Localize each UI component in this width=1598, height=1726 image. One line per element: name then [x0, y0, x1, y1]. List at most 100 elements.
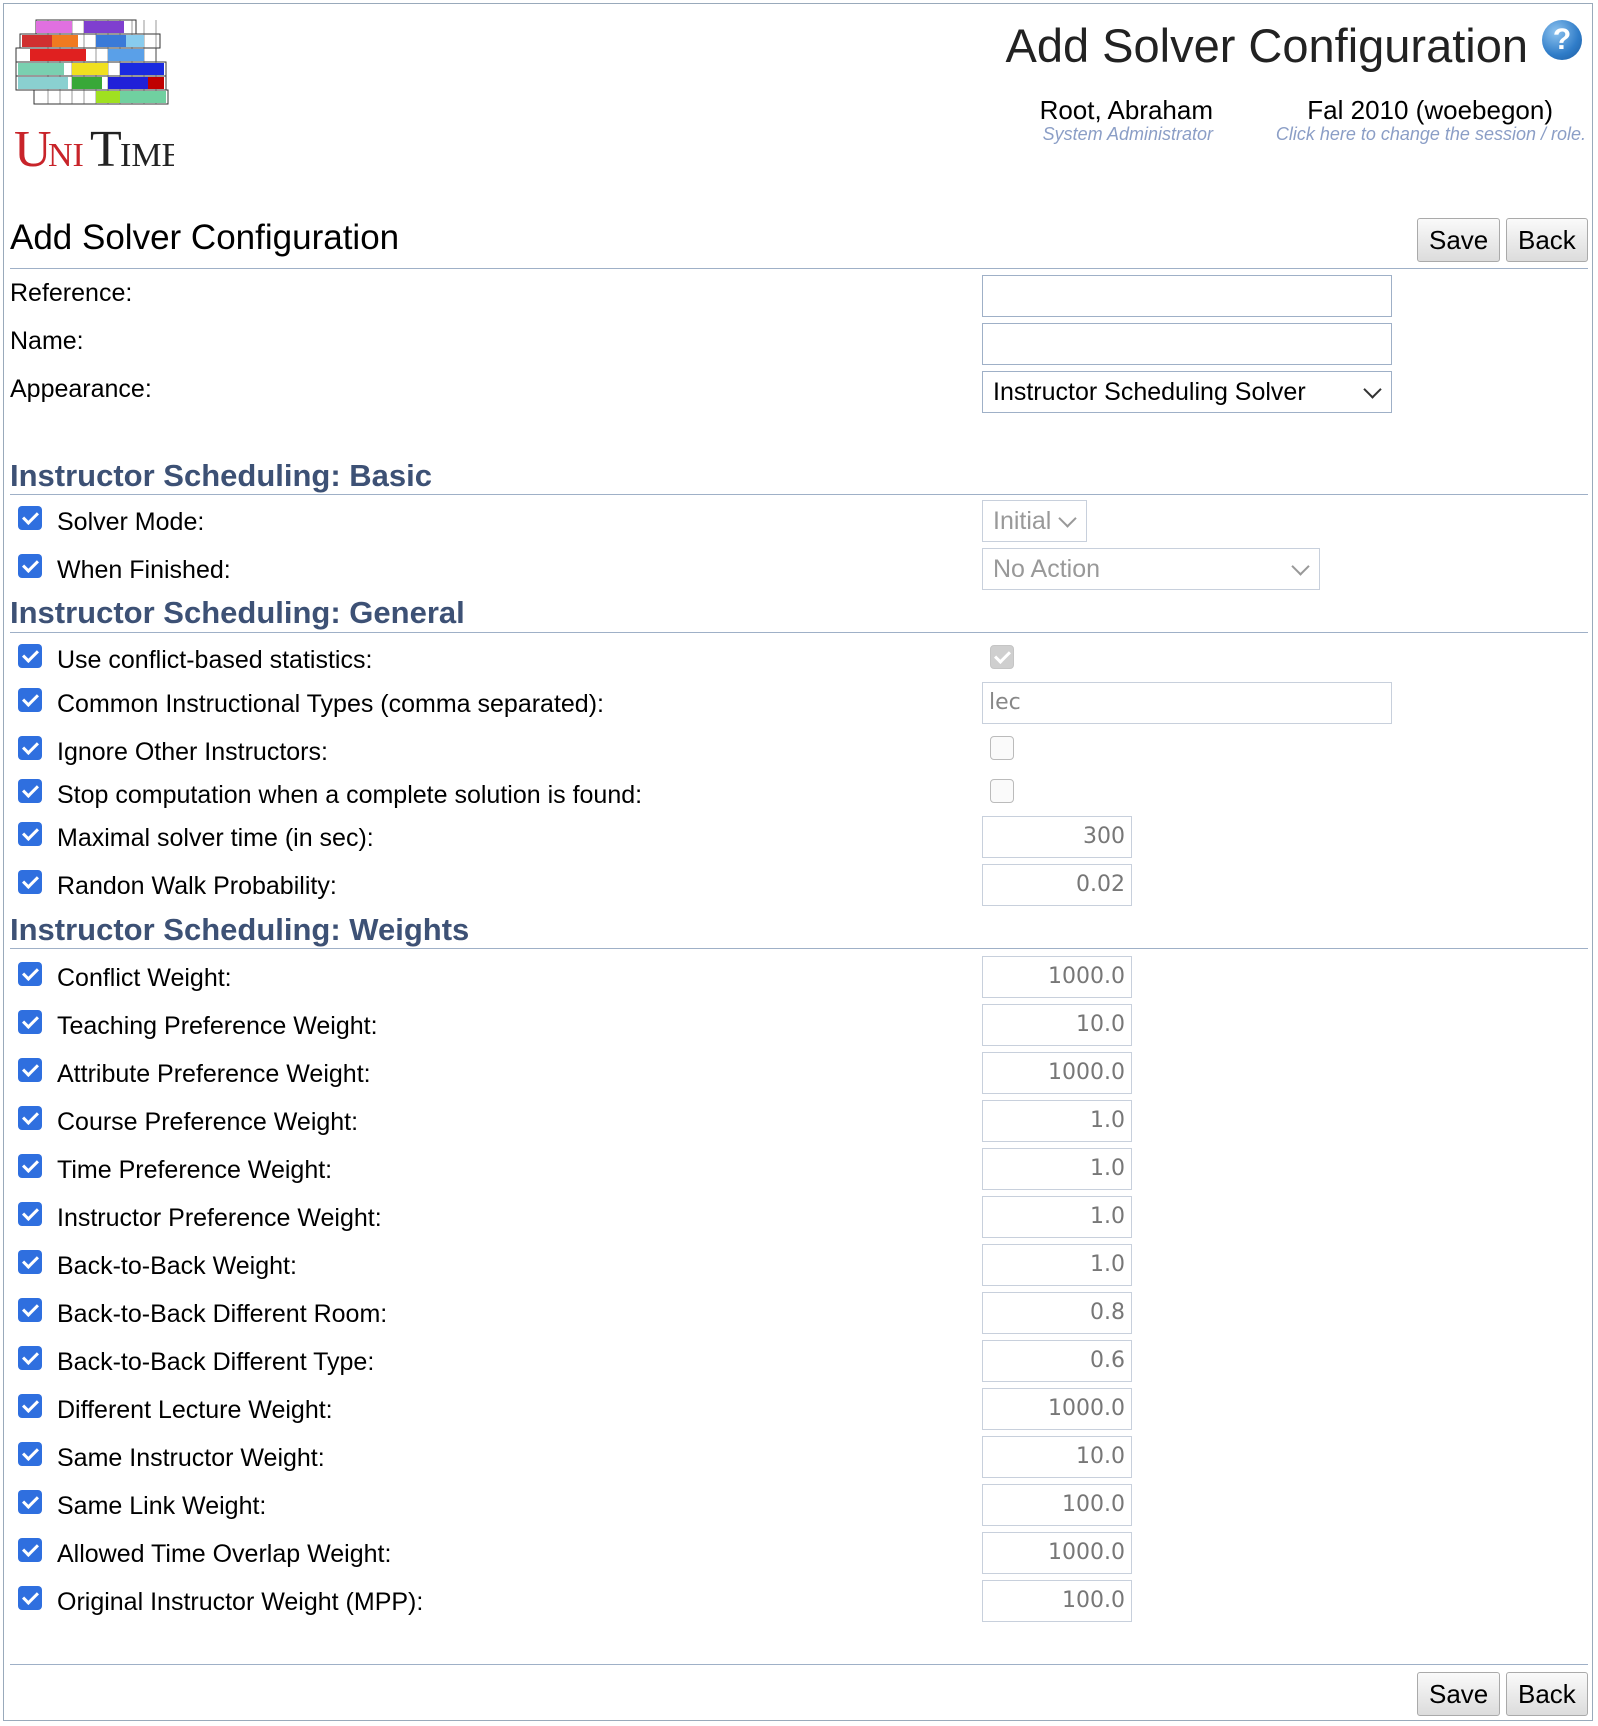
back-button-bottom[interactable]: Back [1506, 1672, 1588, 1716]
weight-input[interactable]: 100.0 [982, 1484, 1132, 1526]
back-button[interactable]: Back [1506, 218, 1588, 262]
weight-input[interactable]: 0.8 [982, 1292, 1132, 1334]
stop-checkbox[interactable] [990, 779, 1014, 803]
weight-row-checkbox[interactable] [18, 962, 42, 986]
when-finished-select[interactable]: No Action [982, 548, 1320, 590]
reference-label: Reference: [10, 279, 133, 307]
random-walk-label: Randon Walk Probability: [57, 872, 337, 900]
page-header-title: Add Solver Configuration [1005, 19, 1528, 72]
weight-row-checkbox[interactable] [18, 1394, 42, 1418]
chevron-down-icon [1363, 380, 1382, 399]
chevron-down-icon [1058, 509, 1077, 528]
common-types-label: Common Instructional Types (comma separa… [57, 690, 604, 718]
weights-section-title: Instructor Scheduling: Weights [10, 912, 470, 947]
weight-input[interactable]: 10.0 [982, 1004, 1132, 1046]
ignore-other-label: Ignore Other Instructors: [57, 738, 328, 766]
weight-input[interactable]: 1000.0 [982, 956, 1132, 998]
common-types-input[interactable]: lec [982, 682, 1392, 724]
when-finished-value: No Action [993, 555, 1101, 583]
weight-input[interactable]: 100.0 [982, 1580, 1132, 1622]
max-time-row-checkbox[interactable] [18, 822, 42, 846]
weight-row-checkbox[interactable] [18, 1250, 42, 1274]
weight-input[interactable]: 1000.0 [982, 1052, 1132, 1094]
session-hint: Click here to change the session / role. [1275, 124, 1586, 144]
weight-row-checkbox[interactable] [18, 1586, 42, 1610]
appearance-value: Instructor Scheduling Solver [993, 378, 1306, 406]
divider [10, 632, 1588, 633]
weight-input[interactable]: 1000.0 [982, 1388, 1132, 1430]
weight-row-checkbox[interactable] [18, 1538, 42, 1562]
weight-row-checkbox[interactable] [18, 1202, 42, 1226]
unitime-logo[interactable]: U NI T IME [14, 18, 182, 178]
conflict-stats-row-checkbox[interactable] [18, 644, 42, 668]
weight-row-checkbox[interactable] [18, 1154, 42, 1178]
help-icon[interactable]: ? [1542, 20, 1582, 60]
conflict-stats-checkbox[interactable] [990, 645, 1014, 669]
weight-row-checkbox[interactable] [18, 1058, 42, 1082]
solver-mode-checkbox[interactable] [18, 506, 42, 530]
weight-label: Conflict Weight: [57, 964, 232, 992]
stop-row-checkbox[interactable] [18, 779, 42, 803]
weight-input[interactable]: 1.0 [982, 1244, 1132, 1286]
weight-label: Allowed Time Overlap Weight: [57, 1540, 392, 1568]
weight-input[interactable]: 0.6 [982, 1340, 1132, 1382]
svg-text:U: U [14, 121, 52, 178]
weight-label: Same Link Weight: [57, 1492, 267, 1520]
user-role: System Administrator [1042, 124, 1213, 144]
weight-label: Back-to-Back Different Type: [57, 1348, 375, 1376]
weight-label: Instructor Preference Weight: [57, 1204, 382, 1232]
solver-mode-select[interactable]: Initial [982, 500, 1087, 542]
weight-input[interactable]: 1000.0 [982, 1532, 1132, 1574]
weight-row-checkbox[interactable] [18, 1106, 42, 1130]
general-section-title: Instructor Scheduling: General [10, 595, 465, 630]
section-title: Add Solver Configuration [10, 218, 400, 257]
weight-label: Attribute Preference Weight: [57, 1060, 371, 1088]
weight-label: Back-to-Back Weight: [57, 1252, 297, 1280]
max-time-input[interactable]: 300 [982, 816, 1132, 858]
weight-row-checkbox[interactable] [18, 1298, 42, 1322]
weight-label: Same Instructor Weight: [57, 1444, 325, 1472]
divider [10, 494, 1588, 495]
basic-section-title: Instructor Scheduling: Basic [10, 458, 433, 493]
weight-row-checkbox[interactable] [18, 1490, 42, 1514]
weight-input[interactable]: 1.0 [982, 1100, 1132, 1142]
weight-label: Teaching Preference Weight: [57, 1012, 378, 1040]
random-walk-row-checkbox[interactable] [18, 870, 42, 894]
svg-text:NI: NI [48, 137, 84, 174]
ignore-other-row-checkbox[interactable] [18, 736, 42, 760]
stop-label: Stop computation when a complete solutio… [57, 781, 643, 809]
weight-row-checkbox[interactable] [18, 1346, 42, 1370]
name-label: Name: [10, 327, 84, 355]
save-button[interactable]: Save [1417, 218, 1501, 262]
session-info[interactable]: Fal 2010 (woebegon) Click here to change… [1276, 95, 1586, 145]
svg-text:T: T [90, 121, 122, 178]
weight-label: Different Lecture Weight: [57, 1396, 333, 1424]
weight-label: Course Preference Weight: [57, 1108, 359, 1136]
weight-label: Original Instructor Weight (MPP): [57, 1588, 424, 1616]
max-time-label: Maximal solver time (in sec): [57, 824, 374, 852]
weight-row-checkbox[interactable] [18, 1442, 42, 1466]
save-button-bottom[interactable]: Save [1417, 1672, 1501, 1716]
common-types-row-checkbox[interactable] [18, 688, 42, 712]
random-walk-input[interactable]: 0.02 [982, 864, 1132, 906]
reference-input[interactable] [982, 275, 1392, 317]
weight-label: Time Preference Weight: [57, 1156, 333, 1184]
solver-mode-value: Initial [993, 507, 1052, 535]
appearance-label: Appearance: [10, 375, 152, 403]
ignore-other-checkbox[interactable] [990, 736, 1014, 760]
user-info[interactable]: Root, Abraham System Administrator [1040, 95, 1213, 145]
weight-input[interactable]: 1.0 [982, 1148, 1132, 1190]
chevron-down-icon [1291, 557, 1310, 576]
when-finished-label: When Finished: [57, 556, 231, 584]
weight-label: Back-to-Back Different Room: [57, 1300, 388, 1328]
session-name: Fal 2010 (woebegon) [1307, 95, 1553, 125]
weight-input[interactable]: 1.0 [982, 1196, 1132, 1238]
divider [10, 1664, 1588, 1665]
when-finished-checkbox[interactable] [18, 554, 42, 578]
conflict-stats-label: Use conflict-based statistics: [57, 646, 373, 674]
name-input[interactable] [982, 323, 1392, 365]
weight-input[interactable]: 10.0 [982, 1436, 1132, 1478]
appearance-select[interactable]: Instructor Scheduling Solver [982, 371, 1392, 413]
user-name: Root, Abraham [1039, 95, 1213, 125]
weight-row-checkbox[interactable] [18, 1010, 42, 1034]
